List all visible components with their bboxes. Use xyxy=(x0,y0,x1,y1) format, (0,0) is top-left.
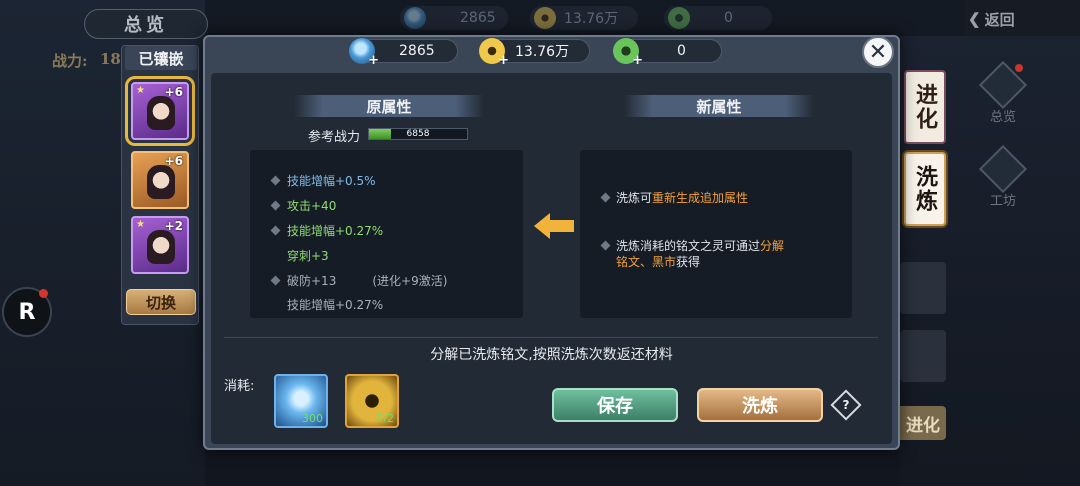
cost-item-crystal[interactable]: 300 xyxy=(274,374,328,428)
resource-crystal[interactable]: + 2865 xyxy=(349,38,458,68)
portrait-icon xyxy=(147,96,175,130)
bg-resource-coin: 13.76万 xyxy=(530,6,638,30)
gem-slot[interactable]: ★ +6 xyxy=(125,76,195,146)
close-icon: ✕ xyxy=(868,39,888,65)
behind-slot xyxy=(900,262,946,314)
diamond-bullet-icon xyxy=(270,275,281,286)
save-button[interactable]: 保存 xyxy=(552,388,678,422)
coin-icon: + xyxy=(479,38,509,68)
bg-resource-jade: 0 xyxy=(664,6,772,30)
original-attr-list[interactable]: 技能增幅+0.5% 攻击+40 技能增幅+0.27% 穿刺+3 破防+13 (进… xyxy=(250,150,523,318)
back-arrow-icon: ❮ xyxy=(968,10,981,28)
gem-slot[interactable]: ★ +2 xyxy=(131,216,189,274)
portrait-icon xyxy=(147,230,175,264)
new-attr-panel: 洗炼可重新生成追加属性 洗炼消耗的铭文之灵可通过分解铭文、黑市获得 xyxy=(580,150,852,318)
diamond-bullet-icon xyxy=(270,225,281,236)
attr-row: 穿刺+3 xyxy=(272,247,329,264)
cost-item-coin[interactable]: 8/2 xyxy=(345,374,399,428)
decompose-note: 分解已洗炼铭文,按照洗炼次数返还材料 xyxy=(430,347,673,363)
tip-highlight: 重新生成追加属性 xyxy=(652,191,749,205)
crystal-icon xyxy=(404,7,426,29)
resource-value: 13.76万 xyxy=(515,44,570,60)
item-count: 8/2 xyxy=(376,412,394,425)
original-attr-header: 原属性 xyxy=(294,95,484,117)
item-count: 300 xyxy=(302,412,323,425)
tip-text: 洗炼消耗的铭文之灵可通过 xyxy=(616,239,761,253)
attr-text: 穿刺+3 xyxy=(287,249,329,263)
reference-power-label: 参考战力 xyxy=(308,130,361,145)
bg-resource-value: 2865 xyxy=(460,10,496,26)
r-logo-icon: R xyxy=(18,299,36,325)
notification-dot xyxy=(39,289,48,298)
tab-evolve[interactable]: 进化 xyxy=(904,70,946,144)
resource-value: 2865 xyxy=(399,43,435,59)
nav-overview[interactable]: 总览 xyxy=(975,60,1031,125)
refine-tip: 洗炼可重新生成追加属性 xyxy=(600,190,822,206)
attr-text: 技能增幅+0.27% xyxy=(287,224,384,238)
background-bottom xyxy=(205,450,900,486)
back-button[interactable]: ❮ 返回 xyxy=(968,6,1034,32)
attr-row: 技能增幅+0.27% xyxy=(270,222,384,239)
resource-value: 0 xyxy=(677,43,686,59)
bg-resource-value: 0 xyxy=(724,10,733,26)
attr-text: 破防+13 xyxy=(287,274,337,288)
attr-text: 技能增幅+0.5% xyxy=(287,174,376,188)
notification-dot xyxy=(1015,64,1023,72)
arrow-left-icon xyxy=(534,213,574,239)
tip-text: 洗炼可 xyxy=(616,191,653,205)
portrait-icon xyxy=(147,165,175,199)
coin-icon xyxy=(534,7,556,29)
power-label: 战力: xyxy=(52,52,88,70)
r-button[interactable]: R xyxy=(2,287,52,337)
reference-power-value: 6858 xyxy=(406,129,430,139)
divider xyxy=(224,337,878,338)
tip-text: 获得 xyxy=(676,255,701,269)
resource-jade[interactable]: + 0 xyxy=(613,38,722,68)
nav-workshop[interactable]: 工坊 xyxy=(975,144,1031,209)
attr-row: 技能增幅+0.27% xyxy=(272,296,383,313)
cost-label: 消耗: xyxy=(224,379,255,394)
attr-note: (进化+9激活) xyxy=(372,274,448,288)
star-icon: ★ xyxy=(136,85,145,96)
nav-label: 工坊 xyxy=(989,194,1016,209)
behind-slot xyxy=(900,330,946,382)
diamond-bullet-icon xyxy=(270,175,281,186)
nav-label: 总览 xyxy=(989,110,1016,125)
overview-title: 总览 xyxy=(84,9,208,39)
crystal-icon: + xyxy=(349,38,379,68)
star-icon: ★ xyxy=(136,219,145,230)
attr-text: 攻击+40 xyxy=(287,199,337,213)
attr-row: 攻击+40 xyxy=(270,197,337,214)
bg-resource-crystal: 2865 xyxy=(400,6,508,30)
attr-text: 技能增幅+0.27% xyxy=(287,298,384,312)
diamond-bullet-icon xyxy=(270,200,281,211)
back-label: 返回 xyxy=(984,10,1015,29)
diamond-icon xyxy=(978,144,1028,194)
attr-row: 技能增幅+0.5% xyxy=(270,172,376,189)
gem-slot[interactable]: +6 xyxy=(131,151,189,209)
attr-row: 破防+13 (进化+9激活) xyxy=(270,272,448,289)
jade-icon: + xyxy=(613,38,643,68)
inlay-title: 已镶嵌 xyxy=(125,46,197,70)
jade-icon xyxy=(668,7,690,29)
reference-power-bar: 6858 xyxy=(368,128,468,140)
tip-highlight: 铭文、黑市 xyxy=(616,255,677,269)
switch-button[interactable]: 切换 xyxy=(126,289,196,315)
bg-resource-value: 13.76万 xyxy=(564,11,619,27)
close-button[interactable]: ✕ xyxy=(862,36,894,68)
refine-tip: 洗炼消耗的铭文之灵可通过分解铭文、黑市获得 xyxy=(600,238,822,270)
tip-highlight: 分解 xyxy=(760,239,785,253)
new-attr-header: 新属性 xyxy=(624,95,814,117)
resource-coin[interactable]: + 13.76万 xyxy=(479,38,590,68)
help-icon: ? xyxy=(842,398,850,412)
refine-button[interactable]: 洗炼 xyxy=(697,388,823,422)
tab-refine[interactable]: 洗炼 xyxy=(904,152,946,226)
